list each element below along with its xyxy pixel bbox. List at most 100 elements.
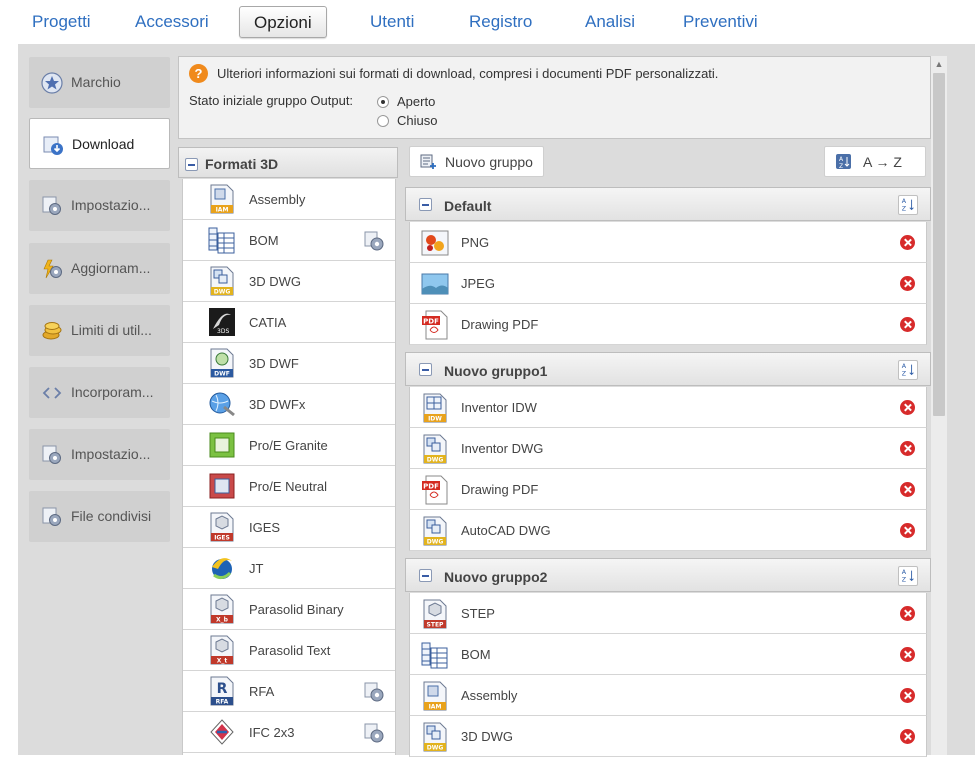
group-header[interactable]: Default A Z	[405, 187, 931, 221]
format-item[interactable]: 3DS CATIA	[183, 302, 395, 343]
group-sort-icon[interactable]: AZ	[898, 566, 918, 586]
sidebar-item-impostazioni-2[interactable]: Impostazio...	[29, 429, 170, 480]
format-name: Pro/E Neutral	[249, 479, 328, 494]
sidebar-item-label: Download	[72, 136, 135, 152]
remove-icon[interactable]	[900, 317, 915, 332]
radio-aperto-control[interactable]	[377, 95, 389, 108]
info-text[interactable]: Ulteriori informazioni sui formati di do…	[217, 66, 718, 81]
sidebar-item-label: File condivisi	[71, 508, 152, 524]
group-sort-icon[interactable]: AZ	[898, 360, 918, 380]
remove-icon[interactable]	[900, 729, 915, 744]
new-group-button[interactable]: Nuovo gruppo	[409, 146, 544, 177]
group-item[interactable]: PDF Drawing PDF	[409, 304, 927, 345]
format-item[interactable]: IGES IGES	[183, 507, 395, 548]
sort-az-icon: A Z	[836, 154, 851, 170]
format-item[interactable]: Pro/E Granite	[183, 425, 395, 466]
remove-icon[interactable]	[900, 647, 915, 662]
step-file-icon: STEP	[421, 599, 449, 629]
group-item[interactable]: PDF Drawing PDF	[409, 469, 927, 510]
group-item[interactable]: DWG Inventor DWG	[409, 428, 927, 469]
group-sort-icon[interactable]: AZ	[898, 195, 918, 215]
tab-accessori[interactable]: Accessori	[135, 6, 209, 38]
group-header[interactable]: Nuovo gruppo2 A Z	[405, 558, 931, 592]
format-name: CATIA	[249, 315, 287, 330]
group-item[interactable]: DWG AutoCAD DWG	[409, 510, 927, 551]
parasolid-binary-icon: X_b	[208, 594, 236, 624]
tab-preventivi[interactable]: Preventivi	[683, 6, 758, 38]
scrollbar-thumb[interactable]	[933, 73, 945, 416]
help-icon[interactable]: ?	[189, 64, 208, 83]
sidebar-item-download[interactable]: Download	[29, 118, 170, 169]
radio-chiuso[interactable]: Chiuso	[377, 113, 437, 128]
tab-opzioni[interactable]: Opzioni	[239, 6, 327, 38]
group-item-name: BOM	[461, 647, 491, 662]
sidebar-item-label: Incorporam...	[71, 384, 154, 400]
collapse-icon[interactable]	[185, 158, 198, 171]
scroll-up-arrow-icon[interactable]: ▲	[931, 56, 947, 72]
info-panel: ? Ulteriori informazioni sui formati di …	[178, 56, 931, 139]
format-item[interactable]: X_b Parasolid Binary	[183, 589, 395, 630]
embed-code-icon	[42, 387, 62, 399]
sidebar-item-impostazioni-1[interactable]: Impostazio...	[29, 180, 170, 231]
group-item[interactable]: IAM Assembly	[409, 675, 927, 716]
group-item[interactable]: DWG 3D DWG	[409, 716, 927, 757]
group-item[interactable]: BOM	[409, 634, 927, 675]
iam-file-icon: IAM	[208, 184, 236, 214]
group-item-name: AutoCAD DWG	[461, 523, 551, 538]
group-header[interactable]: Nuovo gruppo1 A Z	[405, 352, 931, 386]
format-item[interactable]: X_t Parasolid Text	[183, 630, 395, 671]
collapse-icon[interactable]	[419, 198, 432, 211]
group-item[interactable]: IDW Inventor IDW	[409, 387, 927, 428]
update-gear-icon	[43, 259, 62, 279]
sidebar-item-incorporamento[interactable]: Incorporam...	[29, 367, 170, 418]
collapse-icon[interactable]	[419, 363, 432, 376]
sidebar-item-limiti[interactable]: Limiti di util...	[29, 305, 170, 356]
collapse-icon[interactable]	[419, 569, 432, 582]
sidebar-item-marchio[interactable]: Marchio	[29, 57, 170, 108]
format-settings-icon[interactable]	[363, 722, 385, 744]
remove-icon[interactable]	[900, 688, 915, 703]
png-image-icon	[421, 228, 449, 257]
tab-utenti[interactable]: Utenti	[370, 6, 414, 38]
format-item[interactable]: BOM	[183, 220, 395, 261]
remove-icon[interactable]	[900, 235, 915, 250]
tab-progetti[interactable]: Progetti	[32, 6, 91, 38]
remove-icon[interactable]	[900, 276, 915, 291]
sort-az-label: A → Z	[863, 154, 902, 170]
remove-icon[interactable]	[900, 482, 915, 497]
remove-icon[interactable]	[900, 400, 915, 415]
format-item[interactable]: 3D DWFx	[183, 384, 395, 425]
dwg-file-icon: DWG	[208, 266, 236, 296]
sidebar-item-file-condivisi[interactable]: File condivisi	[29, 491, 170, 542]
sort-az-button[interactable]: A Z A → Z	[824, 146, 926, 177]
jt-icon	[208, 553, 236, 583]
remove-icon[interactable]	[900, 606, 915, 621]
sidebar-item-label: Impostazio...	[71, 197, 151, 213]
group-item[interactable]: STEP STEP	[409, 593, 927, 634]
format-item[interactable]: IFC 2x3	[183, 712, 395, 753]
group-item[interactable]: JPEG	[409, 263, 927, 304]
radio-aperto[interactable]: Aperto	[377, 94, 435, 109]
tab-analisi[interactable]: Analisi	[585, 6, 635, 38]
sidebar-item-aggiornamenti[interactable]: Aggiornam...	[29, 243, 170, 294]
radio-chiuso-control[interactable]	[377, 114, 389, 127]
settings-icon	[42, 445, 61, 464]
ifc-icon	[208, 717, 236, 747]
radio-aperto-label: Aperto	[397, 94, 436, 109]
group-item[interactable]: PNG	[409, 222, 927, 263]
format-item[interactable]: R RFA RFA	[183, 671, 395, 712]
format-settings-icon[interactable]	[363, 230, 385, 252]
format-settings-icon[interactable]	[363, 681, 385, 703]
format-item[interactable]: JT	[183, 548, 395, 589]
sidebar-item-label: Marchio	[71, 74, 121, 90]
format-item[interactable]: DWG 3D DWG	[183, 261, 395, 302]
formats-3d-header[interactable]: Formati 3D	[178, 147, 398, 178]
dwfx-globe-icon	[208, 389, 236, 419]
remove-icon[interactable]	[900, 523, 915, 538]
svg-text:X_t: X_t	[217, 658, 228, 665]
tab-registro[interactable]: Registro	[469, 6, 532, 38]
remove-icon[interactable]	[900, 441, 915, 456]
format-item[interactable]: IAM Assembly	[183, 179, 395, 220]
format-item[interactable]: DWF 3D DWF	[183, 343, 395, 384]
format-item[interactable]: Pro/E Neutral	[183, 466, 395, 507]
